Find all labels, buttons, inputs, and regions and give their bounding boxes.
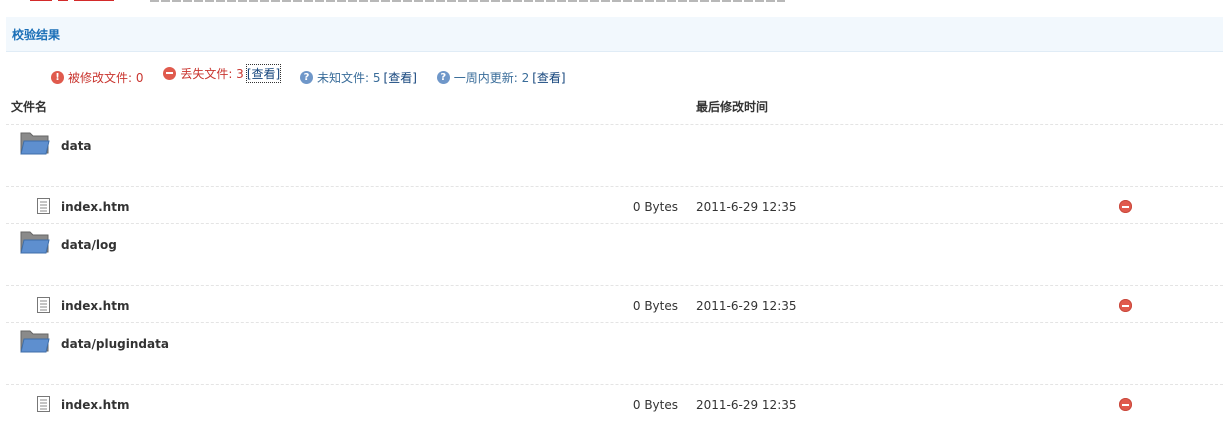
- file-modified-time: 2011-6-29 12:35: [696, 299, 797, 313]
- file-icon: [37, 198, 50, 214]
- file-size: 0 Bytes: [632, 398, 678, 412]
- folder-row: data: [0, 125, 1223, 170]
- table-row: index.htm 0 Bytes 2011-6-29 12:35: [0, 393, 1223, 417]
- delete-icon[interactable]: [1119, 299, 1132, 312]
- recent-count: 一周内更新: 2: [453, 70, 530, 85]
- summary-modified: ! 被修改文件: 0: [51, 67, 144, 87]
- modified-count: 被修改文件: 0: [68, 70, 144, 85]
- folder-name: data: [61, 139, 92, 153]
- question-icon: ?: [436, 70, 450, 84]
- column-header-filename: 文件名: [11, 100, 48, 114]
- file-icon: [37, 396, 50, 412]
- folder-row: data/plugindata: [0, 323, 1223, 368]
- summary-unknown: ? 未知文件: 5 [查看]: [300, 67, 417, 87]
- table-row: index.htm 0 Bytes 2011-6-29 12:35: [0, 195, 1223, 219]
- section-title: 校验结果: [12, 28, 61, 42]
- file-name: index.htm: [61, 200, 130, 214]
- minus-circle-icon: [163, 66, 177, 80]
- cropped-gray-text: [150, 0, 785, 2]
- cropped-red-text: [30, 0, 150, 3]
- file-size: 0 Bytes: [632, 299, 678, 313]
- summary-missing: 丢失文件: 3 [查看]: [163, 63, 282, 83]
- folder-icon: [20, 231, 50, 254]
- column-header-modified: 最后修改时间: [696, 100, 769, 114]
- file-name: index.htm: [61, 398, 130, 412]
- delete-icon[interactable]: [1119, 200, 1132, 213]
- table-row: index.htm 0 Bytes 2011-6-29 12:35: [0, 294, 1223, 318]
- view-recent-link[interactable]: [查看]: [532, 69, 565, 86]
- folder-icon: [20, 330, 50, 353]
- question-icon: ?: [300, 70, 314, 84]
- file-name: index.htm: [61, 299, 130, 313]
- file-size: 0 Bytes: [632, 200, 678, 214]
- divider: [6, 186, 1223, 187]
- exclamation-icon: !: [51, 70, 64, 84]
- result-section-header: 校验结果: [6, 17, 1223, 52]
- folder-name: data/plugindata: [61, 337, 169, 351]
- file-modified-time: 2011-6-29 12:35: [696, 200, 797, 214]
- summary-recent: ? 一周内更新: 2 [查看]: [436, 67, 566, 87]
- delete-icon[interactable]: [1119, 398, 1132, 411]
- cropped-previous-line: [0, 0, 1223, 14]
- folder-row: data/log: [0, 224, 1223, 269]
- check-summary: ! 被修改文件: 0 丢失文件: 3 [查看] ? 未知文件: 5 [查看] ?…: [51, 63, 582, 85]
- view-missing-link[interactable]: [查看]: [245, 63, 282, 83]
- file-icon: [37, 297, 50, 313]
- view-unknown-link[interactable]: [查看]: [384, 69, 417, 86]
- folder-icon: [20, 132, 50, 155]
- file-modified-time: 2011-6-29 12:35: [696, 398, 797, 412]
- missing-count: 丢失文件: 3: [180, 66, 244, 81]
- unknown-count: 未知文件: 5: [317, 70, 381, 85]
- divider: [6, 384, 1223, 385]
- divider: [6, 285, 1223, 286]
- folder-name: data/log: [61, 238, 117, 252]
